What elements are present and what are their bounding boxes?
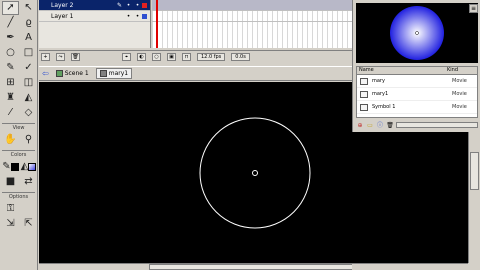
options-label: Options (2, 192, 35, 200)
properties-icon[interactable]: ⓘ (376, 122, 384, 129)
registration-point (252, 170, 258, 176)
line-tool-icon[interactable]: ╱ (2, 16, 19, 30)
rectangle-tool-icon[interactable]: □ (20, 46, 37, 60)
layer-name: Layer 1 (51, 12, 74, 20)
list-item[interactable]: mary1 Movie (357, 88, 477, 101)
onion-markers-icon[interactable]: ⊓ (182, 52, 191, 61)
brush-tool-icon[interactable]: ✓ (20, 61, 37, 75)
lasso-tool-icon[interactable]: ϱ (20, 16, 37, 30)
item-kind: Movie (452, 78, 467, 84)
breadcrumb-scene[interactable]: Scene 1 (53, 69, 92, 78)
ink-bottle-tool-icon[interactable]: ♜ (2, 91, 19, 105)
tools-panel: ➚ ↖ ╱ ϱ ✒ A ○ □ ✎ ✓ ⊞ ◫ ♜ ◭ ⁄ ◇ View ✋ ⚲… (0, 0, 38, 270)
stroke-color-icon[interactable]: ✎ (2, 160, 19, 174)
library-footer: ⊕ ▭ ⓘ 🗑 (356, 120, 478, 130)
item-kind: Movie (452, 104, 467, 110)
playhead[interactable] (156, 0, 158, 48)
pencil-tool-icon[interactable]: ✎ (2, 61, 19, 75)
oval-tool-icon[interactable]: ○ (2, 46, 19, 60)
eraser-tool-icon[interactable]: ◇ (20, 106, 37, 120)
scroll-thumb[interactable] (149, 264, 359, 270)
scroll-thumb[interactable] (470, 152, 479, 190)
onion-outline-icon[interactable]: ○ (152, 52, 161, 61)
new-folder-icon[interactable]: ▭ (366, 122, 374, 129)
library-panel: ≡ Name Kind mary Movie mary1 Movie Symbo… (352, 0, 480, 132)
option-empty (20, 202, 37, 216)
colors-label: Colors (2, 150, 35, 158)
lock-icon[interactable]: • (133, 13, 142, 20)
layer-row[interactable]: Layer 2 ✎ • • (39, 0, 150, 11)
layer-name: Layer 2 (51, 1, 74, 9)
layer-row[interactable]: Layer 1 • • (39, 11, 150, 22)
bottom-panel-tab[interactable] (352, 264, 480, 270)
item-name: mary1 (372, 91, 389, 97)
preview-graphics (390, 6, 444, 60)
fill-color-icon[interactable]: ◭ (20, 160, 37, 174)
text-tool-icon[interactable]: A (20, 31, 37, 45)
transform-tool-icon[interactable]: ⊞ (2, 76, 19, 90)
fill-color-swatch[interactable] (28, 163, 37, 171)
movie-clip-icon (360, 90, 368, 98)
outline-color-icon[interactable] (142, 2, 147, 8)
eye-icon[interactable]: • (124, 2, 133, 9)
edit-bar: ⇦ Scene 1 mary1 (39, 66, 352, 81)
back-arrow-icon[interactable]: ⇦ (42, 69, 49, 78)
list-item[interactable]: Symbol 1 Movie (357, 101, 477, 114)
snap-icon[interactable]: ⇲ (2, 217, 19, 231)
add-guide-icon[interactable]: ⤳ (56, 52, 65, 61)
subselect-tool-icon[interactable]: ↖ (20, 1, 37, 15)
delete-icon[interactable]: 🗑 (386, 122, 394, 129)
scene-icon (55, 70, 63, 77)
center-frame-icon[interactable]: ⌖ (122, 52, 131, 61)
library-preview (356, 3, 478, 63)
layer-list: Layer 2 ✎ • • Layer 1 • • (39, 0, 151, 48)
timeline-status-bar: + ⤳ 🗑 ⌖ ◐ ○ ▣ ⊓ 12.0 fps 0.0s (39, 50, 352, 62)
frame-row[interactable] (152, 0, 352, 11)
view-label: View (2, 123, 35, 131)
column-name[interactable]: Name (357, 67, 445, 74)
arrow-tool-icon[interactable]: ➚ (2, 1, 19, 15)
frame-grid[interactable] (152, 0, 352, 48)
stroke-color-swatch[interactable] (10, 163, 19, 171)
library-options-icon[interactable]: ≡ (469, 4, 478, 13)
fill-transform-tool-icon[interactable]: ◫ (20, 76, 37, 90)
outline-color-icon[interactable] (142, 13, 147, 19)
smooth-icon[interactable]: ⇱ (20, 217, 37, 231)
item-name: Symbol 1 (372, 104, 396, 110)
preview-center-point (415, 31, 419, 35)
swap-colors-icon[interactable]: ⇄ (20, 175, 37, 189)
onion-skin-icon[interactable]: ◐ (137, 52, 146, 61)
pencil-icon: ✎ (116, 1, 123, 9)
item-kind: Movie (452, 91, 467, 97)
elapsed-time: 0.0s (231, 52, 250, 61)
eyedropper-tool-icon[interactable]: ⁄ (2, 106, 19, 120)
timeline-panel: Layer 2 ✎ • • Layer 1 • • + ⤳ 🗑 ⌖ ◐ ○ ▣ … (39, 0, 352, 64)
movie-clip-icon (360, 103, 368, 111)
library-header: Name Kind (357, 67, 477, 75)
add-layer-icon[interactable]: + (41, 52, 50, 61)
frame-row[interactable] (152, 11, 352, 22)
list-item[interactable]: mary Movie (357, 75, 477, 88)
pen-tool-icon[interactable]: ✒ (2, 31, 19, 45)
edit-multiple-icon[interactable]: ▣ (167, 52, 176, 61)
library-scrollbar[interactable] (396, 122, 478, 128)
frame-rate: 12.0 fps (197, 52, 226, 61)
symbol-label: mary1 (108, 70, 129, 77)
library-list: Name Kind mary Movie mary1 Movie Symbol … (356, 66, 478, 118)
scene-label: Scene 1 (64, 70, 89, 77)
lock-icon[interactable]: • (133, 2, 142, 9)
new-symbol-icon[interactable]: ⊕ (356, 122, 364, 129)
column-kind[interactable]: Kind (445, 67, 458, 74)
delete-layer-icon[interactable]: 🗑 (71, 52, 80, 61)
zoom-tool-icon[interactable]: ⚲ (20, 133, 37, 147)
hand-tool-icon[interactable]: ✋ (2, 133, 19, 147)
default-colors-icon[interactable]: ■ (2, 175, 19, 189)
breadcrumb-symbol[interactable]: mary1 (95, 68, 133, 79)
movie-clip-icon (360, 77, 368, 85)
paint-bucket-tool-icon[interactable]: ◭ (20, 91, 37, 105)
movie-clip-icon (99, 70, 107, 77)
eye-icon[interactable]: • (124, 13, 133, 20)
lock-fill-icon[interactable]: ⚿ (2, 202, 19, 216)
item-name: mary (372, 78, 385, 84)
